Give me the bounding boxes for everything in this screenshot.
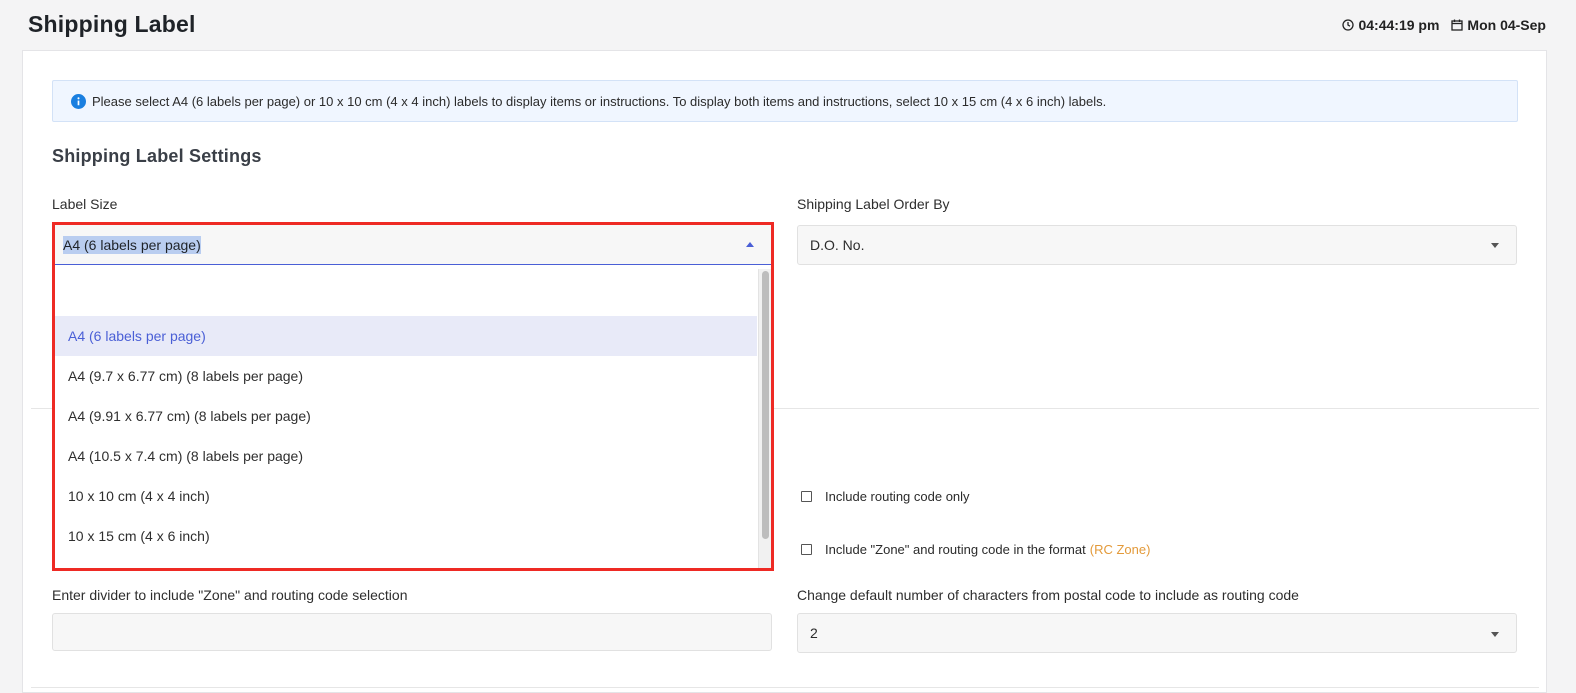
dropdown-option[interactable]: 10 x 15 cm (4 x 6 inch)	[55, 516, 757, 556]
clock-icon	[1342, 19, 1355, 31]
current-date: Mon 04-Sep	[1467, 17, 1546, 33]
info-banner: Please select A4 (6 labels per page) or …	[52, 80, 1518, 122]
zone-routing-checkbox[interactable]	[801, 544, 812, 555]
scrollbar-thumb[interactable]	[762, 271, 769, 539]
info-icon	[71, 93, 86, 109]
order-by-select[interactable]: D.O. No.	[797, 225, 1517, 265]
current-time: 04:44:19 pm	[1358, 17, 1440, 33]
info-banner-text: Please select A4 (6 labels per page) or …	[92, 93, 1107, 109]
divider-field-label: Enter divider to include "Zone" and rout…	[52, 587, 408, 603]
label-size-selected-value: A4 (6 labels per page)	[63, 235, 201, 254]
page-header: Shipping Label 04:44:19 pm Mon 04-Sep	[0, 0, 1576, 50]
zone-routing-option[interactable]: Include "Zone" and routing code in the f…	[801, 542, 1150, 557]
dropdown-search-area[interactable]	[55, 269, 757, 316]
routing-only-checkbox[interactable]	[801, 491, 812, 502]
dropdown-scrollbar[interactable]	[758, 269, 771, 568]
routing-only-option[interactable]: Include routing code only	[801, 489, 970, 504]
section-title: Shipping Label Settings	[52, 146, 262, 166]
chevron-up-icon	[746, 242, 754, 247]
divider-input[interactable]	[52, 613, 772, 651]
dropdown-option[interactable]: A4 (9.91 x 6.77 cm) (8 labels per page)	[55, 396, 757, 436]
calendar-icon	[1451, 19, 1464, 31]
dropdown-option[interactable]: A4 (10.5 x 7.4 cm) (8 labels per page)	[55, 436, 757, 476]
dropdown-option[interactable]: A4 (9.7 x 6.77 cm) (8 labels per page)	[55, 356, 757, 396]
order-by-value: D.O. No.	[810, 237, 865, 253]
zone-routing-label: Include "Zone" and routing code in the f…	[825, 542, 1086, 557]
label-size-select[interactable]: A4 (6 labels per page)	[55, 225, 771, 265]
routing-only-label: Include routing code only	[825, 489, 970, 504]
dropdown-option[interactable]: A4 (6 labels per page)	[55, 316, 757, 356]
chars-select[interactable]: 2	[797, 613, 1517, 653]
chars-select-value: 2	[810, 625, 818, 641]
page-title: Shipping Label	[28, 11, 196, 37]
section-divider	[31, 687, 1539, 688]
header-datetime: 04:44:19 pm Mon 04-Sep	[1330, 17, 1546, 33]
label-size-label: Label Size	[52, 196, 118, 212]
date-display: Mon 04-Sep	[1451, 17, 1546, 33]
dropdown-option[interactable]: 10 x 10 cm (4 x 4 inch)	[55, 476, 757, 516]
zone-routing-hint: (RC Zone)	[1089, 542, 1151, 557]
chevron-down-icon	[1491, 243, 1499, 248]
chevron-down-icon	[1491, 632, 1499, 637]
chars-field-label: Change default number of characters from…	[797, 587, 1299, 603]
clock-display: 04:44:19 pm	[1342, 17, 1439, 33]
label-size-dropdown[interactable]: A4 (6 labels per page) A4 (6 labels per …	[52, 222, 774, 571]
label-size-options-list: A4 (6 labels per page) A4 (9.7 x 6.77 cm…	[55, 269, 757, 568]
order-by-label: Shipping Label Order By	[797, 196, 950, 212]
